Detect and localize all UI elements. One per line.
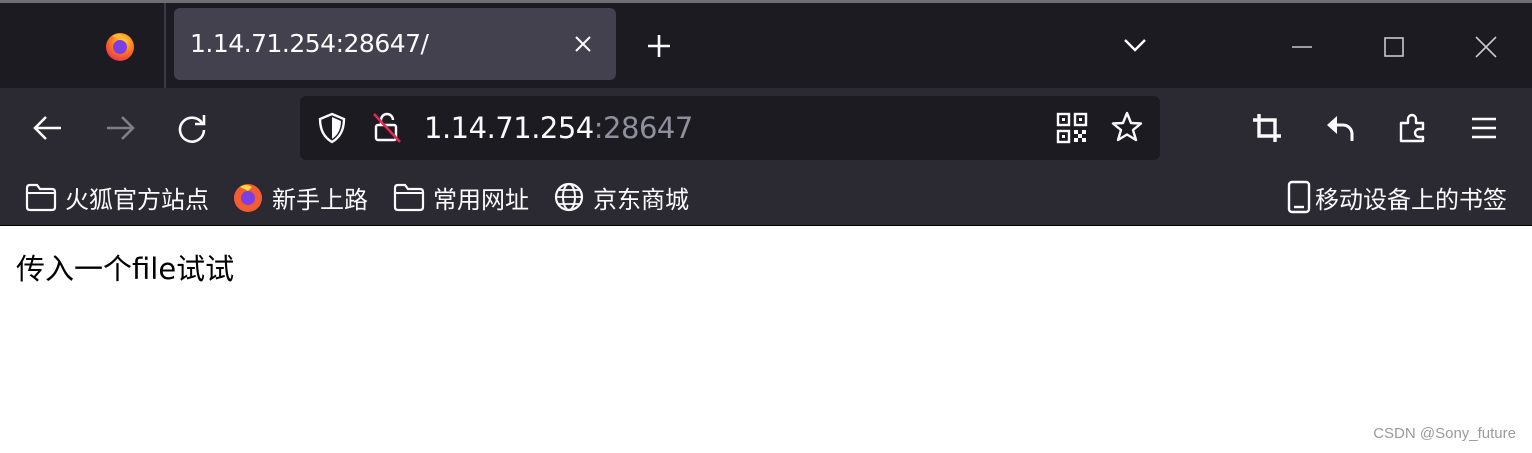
page-body-text: 传入一个file试试 [16,252,235,286]
url-port: :28647 [593,111,694,145]
bookmarks-toolbar: 火狐官方站点 新手上路 常用网址 京东商城 移动设备上的书签 [0,168,1532,225]
shield-icon[interactable] [315,111,349,145]
minimize-icon[interactable] [1290,35,1314,59]
title-bar: 1.14.71.254:28647/ [0,0,1532,91]
bookmark-item-getting-started[interactable]: 新手上路 [232,178,368,216]
folder-icon [25,183,57,212]
mobile-icon [1287,180,1311,214]
firefox-icon [234,184,262,212]
maximize-icon[interactable] [1382,35,1406,59]
url-bar[interactable]: 1.14.71.254:28647 [300,96,1160,160]
bookmark-label: 新手上路 [272,185,368,214]
bookmark-label: 常用网址 [433,185,529,214]
bookmark-item-firefox-official[interactable]: 火狐官方站点 [25,178,209,216]
qr-code-icon[interactable] [1055,111,1089,145]
close-icon[interactable] [572,33,594,55]
star-bookmark-icon[interactable] [1110,110,1144,144]
url-host: 1.14.71.254 [424,111,594,145]
folder-icon [393,183,425,212]
forward-arrow-icon[interactable] [103,111,137,145]
tab-title: 1.14.71.254:28647/ [190,29,429,58]
undo-arrow-icon[interactable] [1323,111,1357,145]
bookmark-item-mobile[interactable]: 移动设备上的书签 [1287,178,1507,216]
firefox-logo-icon [106,33,134,61]
globe-icon [554,182,584,212]
hamburger-menu-icon[interactable] [1467,111,1501,145]
bookmark-item-common-sites[interactable]: 常用网址 [393,178,529,216]
url-text[interactable]: 1.14.71.254:28647 [424,111,693,145]
crop-screenshot-icon[interactable] [1250,111,1284,145]
new-tab-plus-icon[interactable] [646,33,672,59]
insecure-lock-icon[interactable] [370,110,404,144]
chevron-down-icon[interactable] [1122,35,1148,55]
reload-icon[interactable] [175,111,209,145]
tab-separator [164,3,166,91]
window-close-icon[interactable] [1474,35,1498,59]
extensions-puzzle-icon[interactable] [1396,110,1430,144]
bookmark-label: 京东商城 [593,185,689,214]
watermark: CSDN @Sony_future [1373,425,1516,442]
navigation-toolbar: 1.14.71.254:28647 火狐官方站点 新手上路 常用网址 京东商城 … [0,88,1532,225]
bookmark-label: 移动设备上的书签 [1315,185,1507,214]
bookmark-item-jd-mall[interactable]: 京东商城 [553,178,689,216]
content-divider [0,225,1532,226]
bookmark-label: 火狐官方站点 [65,185,209,214]
tab-active[interactable]: 1.14.71.254:28647/ [174,8,616,80]
back-arrow-icon[interactable] [31,111,65,145]
